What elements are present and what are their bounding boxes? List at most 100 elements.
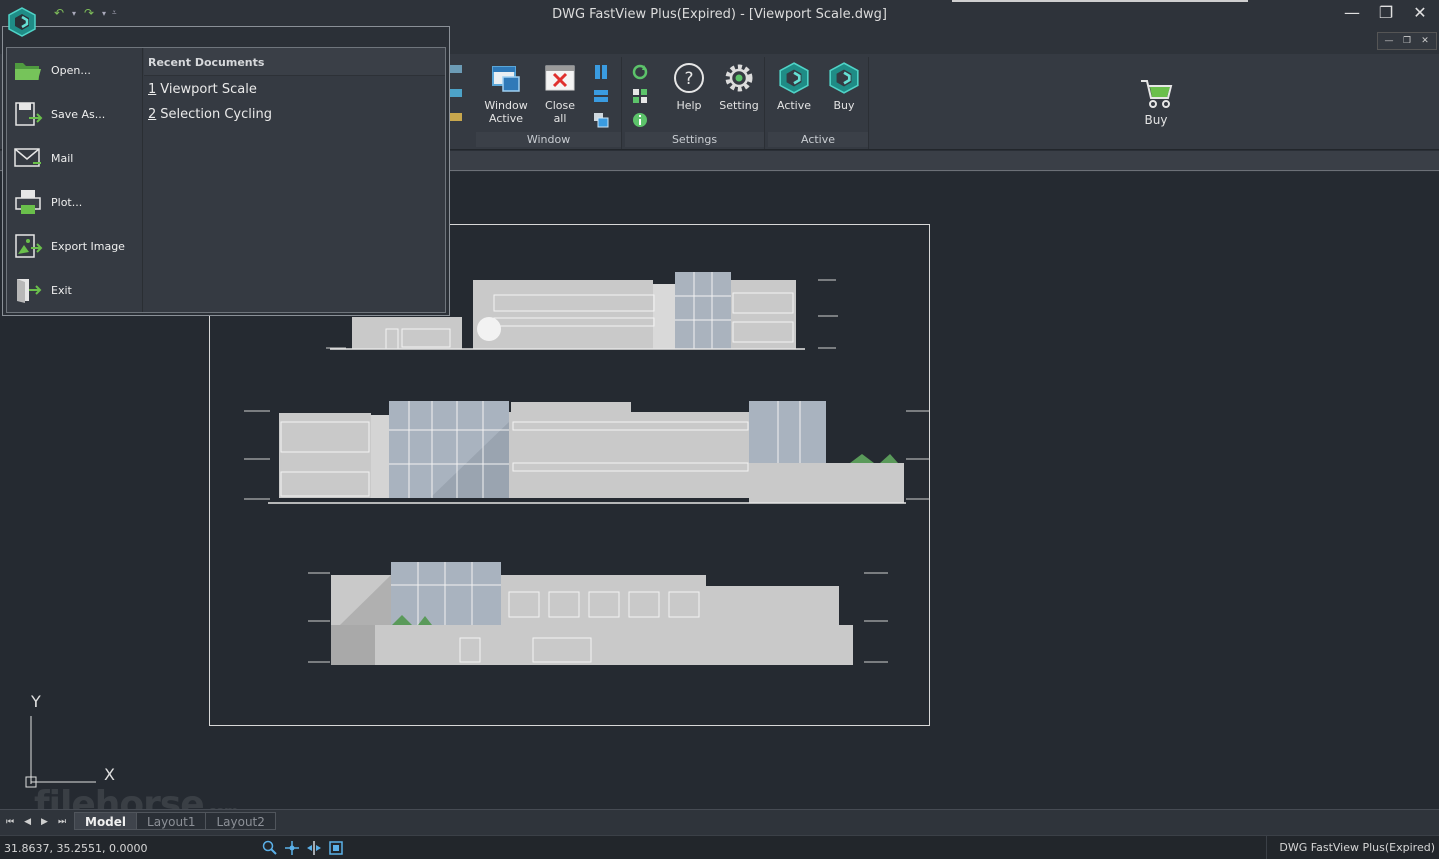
- setting-button[interactable]: Setting: [717, 61, 761, 112]
- tab-model[interactable]: Model: [74, 812, 138, 830]
- prev-tab-icon[interactable]: ◀: [24, 817, 31, 827]
- ribbon-group-window: Window Active Close all Window: [476, 57, 622, 149]
- doc-restore-icon[interactable]: ❐: [1399, 34, 1415, 48]
- status-tools: [262, 840, 344, 856]
- menu-item-save-as[interactable]: Save As...: [7, 92, 142, 136]
- close-icon[interactable]: ✕: [1409, 2, 1431, 24]
- ribbon-group-active: Active Buy Active: [768, 57, 869, 149]
- recent-document-item[interactable]: 2 Selection Cycling: [144, 101, 445, 126]
- ribbon-group-settings: ? Help Setting Settings: [625, 57, 765, 149]
- layout-tabs: Model Layout1 Layout2: [74, 812, 276, 830]
- title-progress-bar: [952, 0, 1248, 2]
- setting-label: Setting: [719, 99, 759, 112]
- tab-layout2[interactable]: Layout2: [205, 812, 276, 830]
- application-menu-commands: Open... Save As... Mail Plot... Export I…: [7, 48, 143, 312]
- cascade-icon[interactable]: [592, 111, 610, 129]
- help-icon: ?: [674, 63, 704, 93]
- status-bar: 31.8637, 35.2551, 0.0000 DWG FastView Pl…: [0, 835, 1439, 859]
- active-group-label: Active: [768, 132, 868, 147]
- close-all-label-2: all: [553, 112, 567, 125]
- menu-item-open-label: Open...: [51, 63, 91, 77]
- minimize-icon[interactable]: —: [1341, 2, 1363, 24]
- ucs-axis-icon: [25, 716, 96, 788]
- window-arrange-icons: [592, 63, 610, 129]
- next-tab-icon[interactable]: ▶: [41, 817, 48, 827]
- window-controls: — ❐ ✕: [1341, 2, 1431, 24]
- recent-document-name: Selection Cycling: [160, 107, 272, 122]
- tab-layout1[interactable]: Layout1: [136, 812, 207, 830]
- gear-icon: [725, 64, 753, 92]
- elevation-middle: [244, 401, 930, 504]
- info-icon[interactable]: [631, 111, 649, 129]
- application-menu: Open... Save As... Mail Plot... Export I…: [2, 26, 450, 316]
- buy-cart-button[interactable]: Buy: [1134, 76, 1178, 127]
- settings-small-icons: [631, 63, 649, 129]
- snap-icon[interactable]: [306, 840, 322, 856]
- app-logo-icon: [8, 7, 36, 37]
- recent-document-name: Viewport Scale: [160, 82, 257, 97]
- refresh-icon[interactable]: [631, 63, 649, 81]
- status-app-state: DWG FastView Plus(Expired): [1266, 836, 1439, 859]
- window-active-label-2: Active: [488, 112, 524, 125]
- buy-logo-icon: [829, 62, 859, 94]
- buy-cart-label: Buy: [1144, 113, 1168, 127]
- application-menu-body: Open... Save As... Mail Plot... Export I…: [6, 47, 446, 313]
- ucs-x-label: X: [104, 765, 115, 784]
- menu-item-export-image-label: Export Image: [51, 239, 125, 253]
- zoom-extents-icon[interactable]: [328, 840, 344, 856]
- help-button[interactable]: ? Help: [669, 61, 709, 112]
- ucs-y-label: Y: [31, 692, 41, 711]
- elevation-bottom: [308, 562, 888, 665]
- activate-logo-icon: [779, 62, 809, 94]
- app-menu-button[interactable]: [4, 4, 40, 40]
- tile-horizontal-icon[interactable]: [592, 87, 610, 105]
- active-label: Active: [776, 99, 812, 112]
- close-all-label-1: Close: [545, 99, 575, 112]
- menu-item-export-image[interactable]: Export Image: [7, 224, 142, 268]
- recent-documents-panel: Recent Documents 1 Viewport Scale 2 Sele…: [144, 48, 445, 312]
- menu-item-mail-label: Mail: [51, 151, 74, 165]
- doc-close-icon[interactable]: ✕: [1417, 34, 1433, 48]
- document-window-controls: — ❐ ✕: [1377, 32, 1437, 50]
- last-tab-icon[interactable]: ⏭: [58, 817, 66, 827]
- cursor-coordinates: 31.8637, 35.2551, 0.0000: [4, 842, 148, 855]
- layout-tab-navigation: ⏮ ◀ ▶ ⏭: [6, 817, 66, 827]
- mail-icon: [13, 143, 43, 173]
- menu-item-plot[interactable]: Plot...: [7, 180, 142, 224]
- recent-document-number: 1: [148, 82, 157, 97]
- save-as-icon: [13, 99, 43, 129]
- menu-item-open[interactable]: Open...: [7, 48, 142, 92]
- buy-small-label: Buy: [833, 99, 855, 112]
- recent-document-number: 2: [148, 107, 157, 122]
- help-label: Help: [676, 99, 702, 112]
- export-image-icon: [13, 231, 43, 261]
- close-all-icon: [545, 65, 575, 91]
- buy-small-button[interactable]: Buy: [824, 61, 864, 112]
- settings-group-label: Settings: [625, 132, 764, 147]
- menu-item-exit[interactable]: Exit: [7, 268, 142, 312]
- window-title: DWG FastView Plus(Expired) - [Viewport S…: [552, 7, 887, 22]
- close-all-button[interactable]: Close all: [538, 61, 582, 125]
- menu-item-exit-label: Exit: [51, 283, 72, 297]
- menu-item-mail[interactable]: Mail: [7, 136, 142, 180]
- pan-icon[interactable]: [284, 840, 300, 856]
- window-active-button[interactable]: Window Active: [480, 61, 532, 125]
- zoom-icon[interactable]: [262, 840, 278, 856]
- app-window: ↶ ▾ ↷ ▾ ⩡ DWG FastView Plus(Expired) - […: [0, 0, 1439, 859]
- tile-vertical-icon[interactable]: [592, 63, 610, 81]
- menu-item-plot-label: Plot...: [51, 195, 83, 209]
- doc-minimize-icon[interactable]: —: [1381, 34, 1397, 48]
- exit-door-icon: [13, 275, 43, 305]
- grid-apps-icon[interactable]: [631, 87, 649, 105]
- recent-documents-header: Recent Documents: [144, 48, 445, 76]
- restore-icon[interactable]: ❐: [1375, 2, 1397, 24]
- layout-tab-bar: ⏮ ◀ ▶ ⏭ Model Layout1 Layout2: [0, 809, 1439, 835]
- first-tab-icon[interactable]: ⏮: [6, 817, 14, 827]
- folder-open-icon: [13, 55, 43, 85]
- printer-icon: [13, 187, 43, 217]
- active-button[interactable]: Active: [774, 61, 814, 112]
- recent-document-item[interactable]: 1 Viewport Scale: [144, 76, 445, 101]
- window-active-icon: [492, 66, 520, 92]
- shopping-cart-icon: [1141, 80, 1173, 108]
- svg-text:?: ?: [684, 69, 693, 89]
